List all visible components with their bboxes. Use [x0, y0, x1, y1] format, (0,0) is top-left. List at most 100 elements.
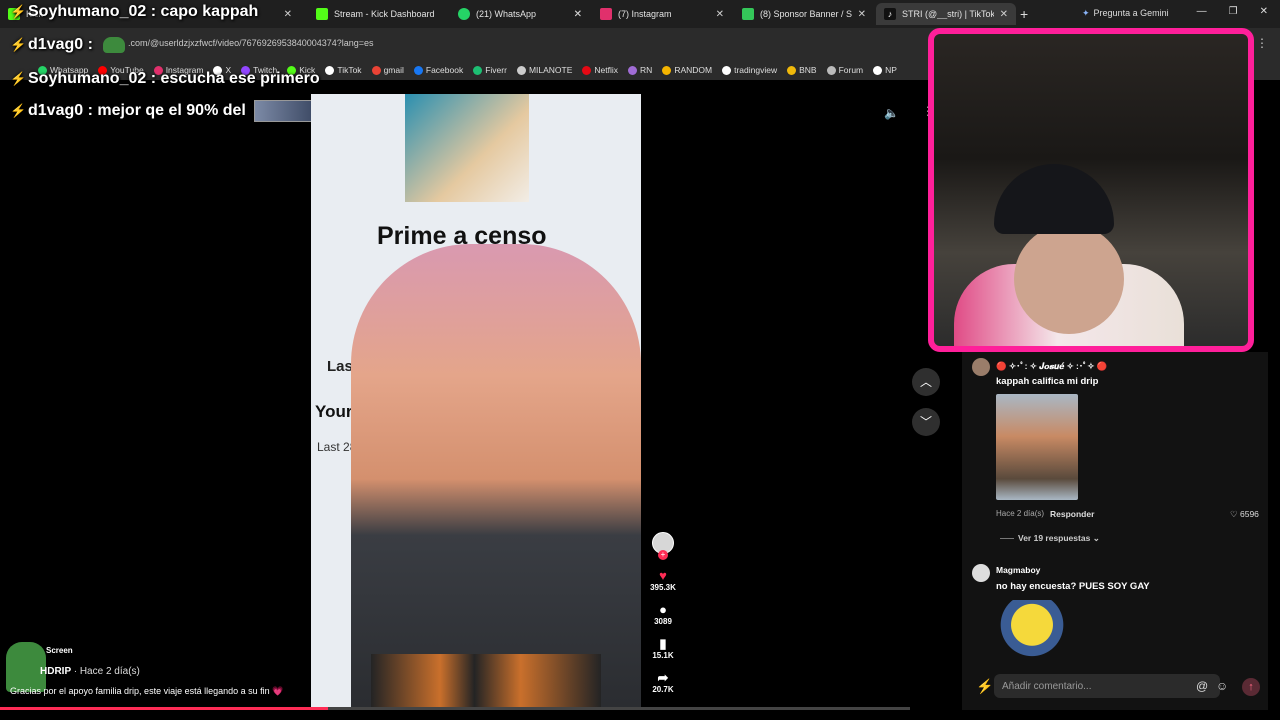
bookmark-label: BNB: [799, 65, 817, 75]
close-tab-icon[interactable]: ✕: [574, 9, 582, 20]
close-tab-icon[interactable]: ✕: [858, 9, 866, 20]
comment-author[interactable]: Magmaboy: [996, 565, 1040, 575]
restore-icon[interactable]: ❐: [1229, 6, 1238, 17]
like-count: 395.3K: [650, 583, 676, 592]
tab-title: (8) Sponsor Banner / Strea: [760, 9, 852, 19]
bookmark-label: RN: [640, 65, 653, 75]
overlay-chat-text: mejor qe el 90% del: [97, 102, 246, 119]
bookmark-favicon-icon: [662, 65, 672, 75]
bookmark-item[interactable]: gmail: [371, 65, 404, 75]
send-button[interactable]: ↑: [1242, 678, 1260, 696]
streamer-webcam: [928, 28, 1254, 352]
comment-like-button[interactable]: ♡ 6596: [1230, 509, 1259, 520]
tiktok-favicon-icon: ♪: [884, 8, 896, 20]
comment-input[interactable]: [994, 674, 1220, 698]
comment-sticker-image[interactable]: [996, 600, 1068, 662]
bookmark-item[interactable]: MILANOTE: [516, 65, 573, 75]
bookmark-icon: ▮: [659, 636, 667, 651]
mention-icon[interactable]: @: [1196, 679, 1208, 693]
video-progress-fill: [0, 707, 328, 710]
comment-avatar[interactable]: [972, 358, 990, 376]
heart-outline-icon: ♡: [1230, 509, 1238, 519]
bookmark-item[interactable]: Netflix: [582, 65, 618, 75]
gemini-button[interactable]: ✦ Pregunta a Gemini: [1082, 8, 1169, 19]
kick-badge-icon: ⚡: [10, 71, 27, 86]
save-count: 15.1K: [652, 651, 674, 660]
close-tab-icon[interactable]: ✕: [1000, 9, 1008, 20]
bookmark-item[interactable]: tradingview: [722, 65, 777, 75]
bookmark-item[interactable]: RN: [628, 65, 652, 75]
webcam-cap: [994, 164, 1114, 234]
close-window-icon[interactable]: ✕: [1260, 6, 1268, 17]
minimize-icon[interactable]: —: [1197, 6, 1207, 17]
overlay-chat-text: escucha ese primero: [160, 70, 320, 87]
bookmark-favicon-icon: [722, 65, 732, 75]
kick-badge-icon: ⚡: [10, 37, 27, 52]
bookmark-item[interactable]: Facebook: [413, 65, 464, 75]
bookmark-label: MILANOTE: [528, 65, 573, 75]
overlay-chat-user: d1vag0: [28, 36, 84, 53]
pepe-emote-icon: [103, 37, 126, 53]
comment-button[interactable]: ● 3089: [646, 602, 680, 626]
video-tiger-shirt: [371, 654, 601, 708]
overlay-chat-message: ⚡ d1vag0 : mejor qe el 90% del: [10, 100, 314, 122]
bookmark-favicon-icon: [413, 65, 423, 75]
next-video-button[interactable]: ﹀: [912, 408, 940, 436]
close-tab-icon[interactable]: ✕: [284, 9, 292, 20]
save-button[interactable]: ▮ 15.1K: [646, 636, 680, 660]
url-field[interactable]: .com/@userldzjxzfwcf/video/7676926953840…: [128, 38, 374, 48]
view-replies-label: Ver 19 respuestas: [1018, 533, 1091, 543]
comment-text: kappah califica mi drip: [996, 376, 1099, 387]
close-tab-icon[interactable]: ✕: [716, 9, 724, 20]
browser-menu-icon[interactable]: ⋮: [1256, 36, 1268, 50]
sponsor-favicon-icon: [742, 8, 754, 20]
tab-instagram[interactable]: (7) Instagram ✕: [592, 3, 732, 25]
bookmark-item[interactable]: Forum: [826, 65, 863, 75]
new-tab-button[interactable]: +: [1020, 6, 1028, 22]
bookmark-favicon-icon: [787, 65, 797, 75]
overlay-chat-message: ⚡ d1vag0 :: [10, 36, 126, 54]
kick-badge-icon: ⚡: [976, 678, 994, 694]
bookmark-favicon-icon: [473, 65, 483, 75]
bookmark-item[interactable]: NP: [873, 65, 897, 75]
overlay-chat-user: Soyhumano_02: [28, 70, 147, 87]
video-person: [351, 244, 641, 708]
comment-avatar[interactable]: [972, 564, 990, 582]
view-replies-button[interactable]: Ver 19 respuestas ⌄: [1000, 533, 1100, 544]
bookmark-item[interactable]: RANDOM: [662, 65, 712, 75]
share-arrow-icon: ➦: [657, 670, 669, 685]
bookmark-label: Facebook: [425, 65, 464, 75]
kick-badge-icon: ⚡: [10, 103, 27, 118]
emoji-icon[interactable]: ☺: [1216, 679, 1228, 693]
bookmark-item[interactable]: BNB: [787, 65, 817, 75]
kick-badge-icon: ⚡: [10, 4, 27, 19]
share-button[interactable]: ➦ 20.7K: [646, 670, 680, 694]
volume-icon[interactable]: 🔈: [884, 106, 899, 120]
tab-tiktok[interactable]: ♪ STRI (@__stri) | TikTok ✕: [876, 3, 1016, 25]
comment-input-bar: ⚡ @ ☺ ↑: [962, 670, 1268, 710]
share-count: 20.7K: [652, 685, 674, 694]
tab-whatsapp[interactable]: (21) WhatsApp ✕: [450, 3, 590, 25]
tiktok-video[interactable]: Prime a censo Last 28 Your songs Last 28…: [311, 94, 641, 708]
video-photo-inset: [405, 94, 529, 202]
comment-like-count: 6596: [1240, 509, 1259, 519]
window-controls: — ❐ ✕: [1197, 6, 1268, 17]
comment-bubble-icon: ●: [659, 602, 667, 617]
tab-sponsor-banner[interactable]: (8) Sponsor Banner / Strea ✕: [734, 3, 874, 25]
bookmark-item[interactable]: TikTok: [325, 65, 362, 75]
bookmark-item[interactable]: Fiverr: [473, 65, 507, 75]
gemini-label: Pregunta a Gemini: [1093, 8, 1169, 18]
author-name: HDRIP: [40, 666, 71, 677]
video-progress-bar[interactable]: [0, 707, 910, 710]
follow-plus-icon[interactable]: +: [658, 550, 668, 560]
comment-author[interactable]: 🔴 ✧･ﾟ: ✧ 𝑱𝒐𝒔𝒖𝒆́ ✧ :･ﾟ✧ 🔴: [996, 360, 1107, 372]
comments-panel: 🔴 ✧･ﾟ: ✧ 𝑱𝒐𝒔𝒖𝒆́ ✧ :･ﾟ✧ 🔴 kappah califica…: [962, 352, 1268, 710]
comment-image[interactable]: [996, 394, 1078, 500]
previous-video-button[interactable]: ︿: [912, 368, 940, 396]
like-button[interactable]: ♥ 395.3K: [646, 568, 680, 592]
reply-button[interactable]: Responder: [1050, 509, 1094, 519]
tab-title: (7) Instagram: [618, 9, 672, 19]
video-author[interactable]: HDRIP · Hace 2 día(s): [40, 666, 140, 677]
gemini-icon: ✦: [1082, 8, 1090, 18]
overlay-chat-separator: :: [83, 36, 98, 53]
